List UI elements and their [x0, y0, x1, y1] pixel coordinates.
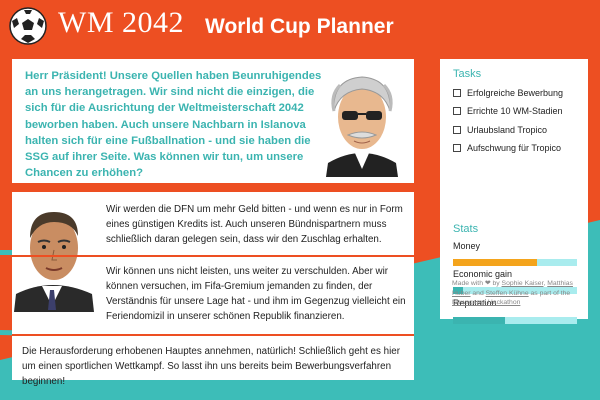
credit-link-sophie-kaiser[interactable]: Sophie Kaiser [502, 280, 544, 287]
option-2[interactable]: Wir können uns nicht leisten, uns weiter… [106, 264, 406, 324]
divider [12, 334, 414, 336]
president-portrait [326, 76, 398, 177]
credits-separator: , [543, 280, 546, 287]
stat-label-economic-gain: Economic gain [453, 269, 513, 279]
header: WM 2042 World Cup Planner [0, 0, 600, 46]
option-3[interactable]: Die Herausforderung erhobenen Hauptes an… [22, 344, 414, 389]
stat-bar-reputation [453, 317, 577, 324]
task-item[interactable]: Urlaubsland Tropico [453, 125, 547, 135]
credits: Made with ❤ by Sophie Kaiser, Matthias H… [452, 279, 582, 308]
credit-link-steffen-kuehne[interactable]: Steffen Kühne [486, 290, 529, 297]
task-label: Errichte 10 WM-Stadien [467, 106, 563, 116]
task-item[interactable]: Erfolgreiche Bewerbung [453, 88, 563, 98]
checkbox-icon[interactable] [453, 144, 461, 152]
task-label: Urlaubsland Tropico [467, 125, 548, 135]
president-message-card: Herr Präsident! Unsere Quellen haben Beu… [12, 59, 414, 183]
options-card: Wir werden die DFN um mehr Geld bitten -… [12, 192, 414, 387]
stat-bar-fill [453, 259, 538, 266]
checkbox-icon[interactable] [453, 107, 461, 115]
stat-bar-money [453, 259, 577, 266]
task-item[interactable]: Errichte 10 WM-Stadien [453, 106, 563, 116]
checkbox-icon[interactable] [453, 89, 461, 97]
checkbox-icon[interactable] [453, 126, 461, 134]
stat-bar-fill [453, 317, 506, 324]
advisor-portrait [14, 212, 94, 312]
stat-label-money: Money [453, 241, 481, 251]
app-title: World Cup Planner [205, 15, 394, 38]
credits-prefix: Made with ❤ by [452, 280, 500, 287]
task-label: Aufschwung für Tropico [467, 143, 562, 153]
logo-text: WM 2042 [58, 6, 184, 39]
president-message: Herr Präsident! Unsere Quellen haben Beu… [25, 70, 322, 180]
tasks-heading: Tasks [453, 68, 482, 80]
option-1[interactable]: Wir werden die DFN um mehr Geld bitten -… [106, 202, 406, 247]
credits-and: and [472, 289, 484, 297]
stats-heading: Stats [453, 223, 479, 235]
credits-suffix: as part of the [530, 289, 571, 297]
divider [12, 255, 414, 257]
task-item[interactable]: Aufschwung für Tropico [453, 143, 561, 153]
task-label: Erfolgreiche Bewerbung [467, 88, 564, 98]
soccer-ball-icon [9, 7, 47, 45]
credit-link-newsgame-hackathon[interactable]: Newsgame Hackathon [452, 299, 520, 306]
